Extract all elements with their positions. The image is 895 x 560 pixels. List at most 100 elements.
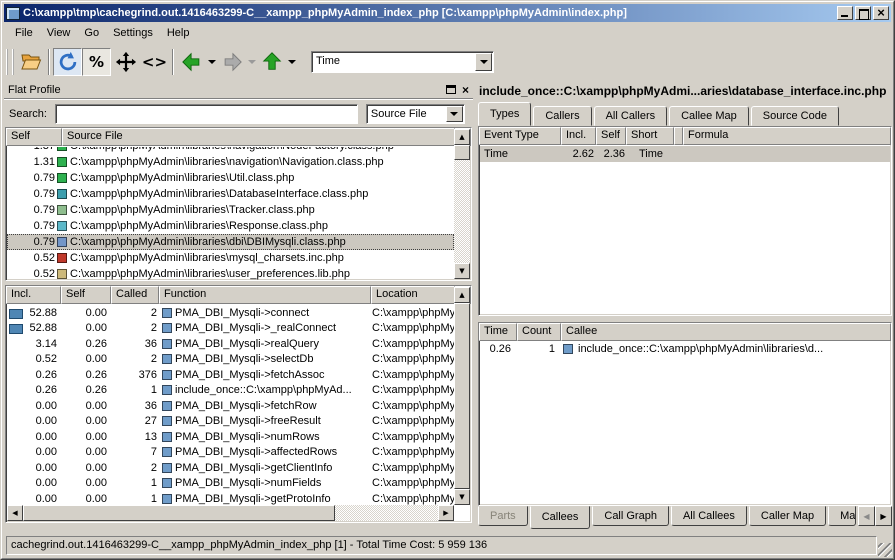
function-table-vertical-scrollbar[interactable]: ▲ ▼ (454, 287, 470, 505)
file-row[interactable]: 0.79C:\xampp\phpMyAdmin\libraries\Util.c… (7, 170, 454, 186)
function-row[interactable]: 0.000.0027PMA_DBI_Mysqli->freeResultC:\x… (7, 414, 454, 430)
event-type-combobox[interactable]: Time (311, 51, 494, 73)
function-row[interactable]: 0.260.26376PMA_DBI_Mysqli->fetchAssocC:\… (7, 367, 454, 383)
file-row[interactable]: 0.79C:\xampp\phpMyAdmin\libraries\dbi\DB… (7, 234, 454, 250)
column-header-formula[interactable]: Formula (683, 127, 891, 145)
column-header-called[interactable]: Called (111, 286, 159, 304)
expand-areas-button[interactable] (111, 48, 140, 76)
combobox-dropdown-button[interactable] (475, 53, 492, 71)
toolbar-handle[interactable] (6, 49, 14, 75)
tab-callers[interactable]: Callers (533, 106, 591, 126)
file-row[interactable]: 0.79C:\xampp\phpMyAdmin\libraries\Databa… (7, 186, 454, 202)
percent-toggle-button[interactable]: % (82, 48, 111, 76)
tab-source-code[interactable]: Source Code (751, 106, 839, 126)
tab-all-callers[interactable]: All Callers (594, 106, 668, 126)
scroll-down-icon[interactable]: ▼ (454, 263, 470, 279)
function-row[interactable]: 0.000.0013PMA_DBI_Mysqli->numRowsC:\xamp… (7, 429, 454, 445)
dock-float-icon[interactable] (446, 85, 456, 94)
function-cell: PMA_DBI_Mysqli->affectedRows (160, 446, 372, 458)
combobox-dropdown-button[interactable] (446, 106, 463, 122)
maximize-button[interactable] (855, 6, 871, 20)
scroll-right-icon[interactable]: ▶ (438, 505, 454, 521)
function-row[interactable]: 0.000.002PMA_DBI_Mysqli->getClientInfoC:… (7, 460, 454, 476)
file-row[interactable]: 0.52C:\xampp\phpMyAdmin\libraries\user_p… (7, 266, 454, 280)
titlebar[interactable]: C:\xampp\tmp\cachegrind.out.1416463299-C… (4, 4, 891, 22)
column-header-function[interactable]: Function (159, 286, 371, 304)
scroll-up-icon[interactable]: ▲ (454, 287, 470, 303)
file-list-vertical-scrollbar[interactable]: ▲ ▼ (454, 129, 470, 279)
open-file-button[interactable] (16, 48, 45, 76)
function-table-horizontal-scrollbar[interactable]: ◀ ▶ (7, 505, 454, 521)
scrollbar-thumb[interactable] (454, 303, 470, 489)
column-header-short[interactable]: Short (626, 127, 674, 145)
resize-grip[interactable] (878, 543, 892, 557)
search-input[interactable] (55, 104, 358, 124)
function-row[interactable]: 0.000.0036PMA_DBI_Mysqli->fetchRowC:\xam… (7, 398, 454, 414)
function-row[interactable]: 0.000.007PMA_DBI_Mysqli->affectedRowsC:\… (7, 445, 454, 461)
column-header-callee[interactable]: Callee (561, 323, 891, 341)
event-type-row[interactable]: Time 2.62 2.36 Time (480, 146, 890, 162)
column-header-count[interactable]: Count (517, 323, 561, 341)
up-button[interactable] (257, 48, 286, 76)
column-header-self[interactable]: Self (596, 127, 626, 145)
file-self-cost: 0.79 (7, 172, 55, 184)
file-row[interactable]: 1.37C:\xampp\phpMyAdmin\libraries\naviga… (7, 147, 454, 154)
tab-callee-map[interactable]: Callee Map (669, 106, 749, 126)
minimize-button[interactable] (837, 6, 853, 20)
self-cell: 2.36 (597, 148, 627, 160)
file-row[interactable]: 0.52C:\xampp\phpMyAdmin\libraries\mysql_… (7, 250, 454, 266)
function-row[interactable]: 52.880.002PMA_DBI_Mysqli->_realConnectC:… (7, 321, 454, 337)
function-name: PMA_DBI_Mysqli->getClientInfo (175, 462, 332, 474)
flat-profile-dock-header[interactable]: Flat Profile × (4, 81, 473, 98)
tab-all-callees[interactable]: All Callees (671, 506, 747, 526)
function-row[interactable]: 3.140.2636PMA_DBI_Mysqli->realQueryC:\xa… (7, 336, 454, 352)
function-row[interactable]: 0.000.001PMA_DBI_Mysqli->numFieldsC:\xam… (7, 476, 454, 492)
tab-call-graph[interactable]: Call Graph (592, 506, 669, 526)
scroll-left-icon[interactable]: ◀ (7, 505, 23, 521)
dock-close-icon[interactable]: × (462, 85, 469, 95)
up-dropdown-arrow[interactable] (286, 48, 297, 76)
column-header-location[interactable]: Location (371, 286, 455, 304)
scrollbar-thumb[interactable] (454, 145, 470, 160)
menu-go[interactable]: Go (77, 25, 106, 41)
menu-view[interactable]: View (40, 25, 78, 41)
tab-scroll-right-icon[interactable]: ▶ (875, 506, 892, 526)
menu-settings[interactable]: Settings (106, 25, 160, 41)
column-header-incl[interactable]: Incl. (6, 286, 61, 304)
back-dropdown-arrow[interactable] (206, 48, 217, 76)
tab-types[interactable]: Types (478, 102, 531, 126)
column-header-event-type[interactable]: Event Type (479, 127, 561, 145)
back-button[interactable] (177, 48, 206, 76)
menu-help[interactable]: Help (160, 25, 197, 41)
function-row[interactable]: 0.520.002PMA_DBI_Mysqli->selectDbC:\xamp… (7, 352, 454, 368)
file-row[interactable]: 0.79C:\xampp\phpMyAdmin\libraries\Tracke… (7, 202, 454, 218)
function-icon (162, 432, 172, 442)
file-row[interactable]: 1.31C:\xampp\phpMyAdmin\libraries\naviga… (7, 154, 454, 170)
file-row[interactable]: 0.79C:\xampp\phpMyAdmin\libraries\Respon… (7, 218, 454, 234)
group-by-combobox[interactable]: Source File (366, 104, 465, 124)
location-cell: C:\xampp\phpMy (372, 353, 454, 365)
tab-callees[interactable]: Callees (530, 506, 591, 529)
tab-machine[interactable]: Machine (828, 506, 856, 526)
function-row[interactable]: 0.260.261include_once::C:\xampp\phpMyAd.… (7, 383, 454, 399)
scroll-down-icon[interactable]: ▼ (454, 489, 470, 505)
column-header-self[interactable]: Self (61, 286, 111, 304)
column-header-time[interactable]: Time (479, 323, 517, 341)
reload-button[interactable] (53, 48, 82, 76)
scrollbar-thumb[interactable] (23, 505, 335, 521)
shorten-templates-button[interactable]: <> (140, 48, 169, 76)
function-row[interactable]: 0.000.001PMA_DBI_Mysqli->getProtoInfoC:\… (7, 491, 454, 506)
menu-file[interactable]: File (8, 25, 40, 41)
column-header-incl[interactable]: Incl. (561, 127, 596, 145)
callee-row[interactable]: 0.26 1 include_once::C:\xampp\phpMyAdmin… (479, 341, 891, 357)
column-header-source-file[interactable]: Source File (62, 128, 455, 146)
scrollbar-trough[interactable] (454, 145, 470, 263)
function-row[interactable]: 52.880.002PMA_DBI_Mysqli->connectC:\xamp… (7, 305, 454, 321)
incl-cell: 3.14 (7, 338, 62, 350)
tab-caller-map[interactable]: Caller Map (749, 506, 826, 526)
search-row: Search: Source File (4, 102, 473, 126)
column-header-self[interactable]: Self (6, 128, 62, 146)
scroll-up-icon[interactable]: ▲ (454, 129, 470, 145)
forward-button[interactable] (217, 48, 246, 76)
close-button[interactable] (873, 6, 889, 20)
